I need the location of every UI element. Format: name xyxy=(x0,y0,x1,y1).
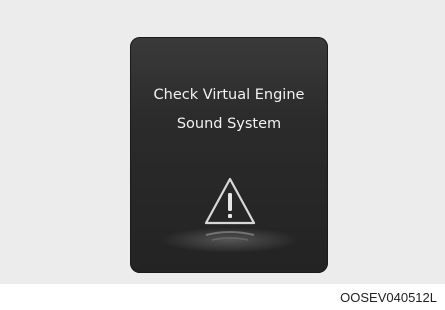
cluster-display: Check Virtual Engine Sound System xyxy=(130,37,328,273)
icon-reflection xyxy=(205,231,255,241)
message-line-2: Sound System xyxy=(176,116,282,132)
warning-message: Check Virtual Engine Sound System xyxy=(130,81,328,139)
message-line-1: Check Virtual Engine xyxy=(153,87,305,103)
warning-triangle-icon xyxy=(204,177,256,225)
figure-code: OOSEV040512L xyxy=(340,290,437,305)
